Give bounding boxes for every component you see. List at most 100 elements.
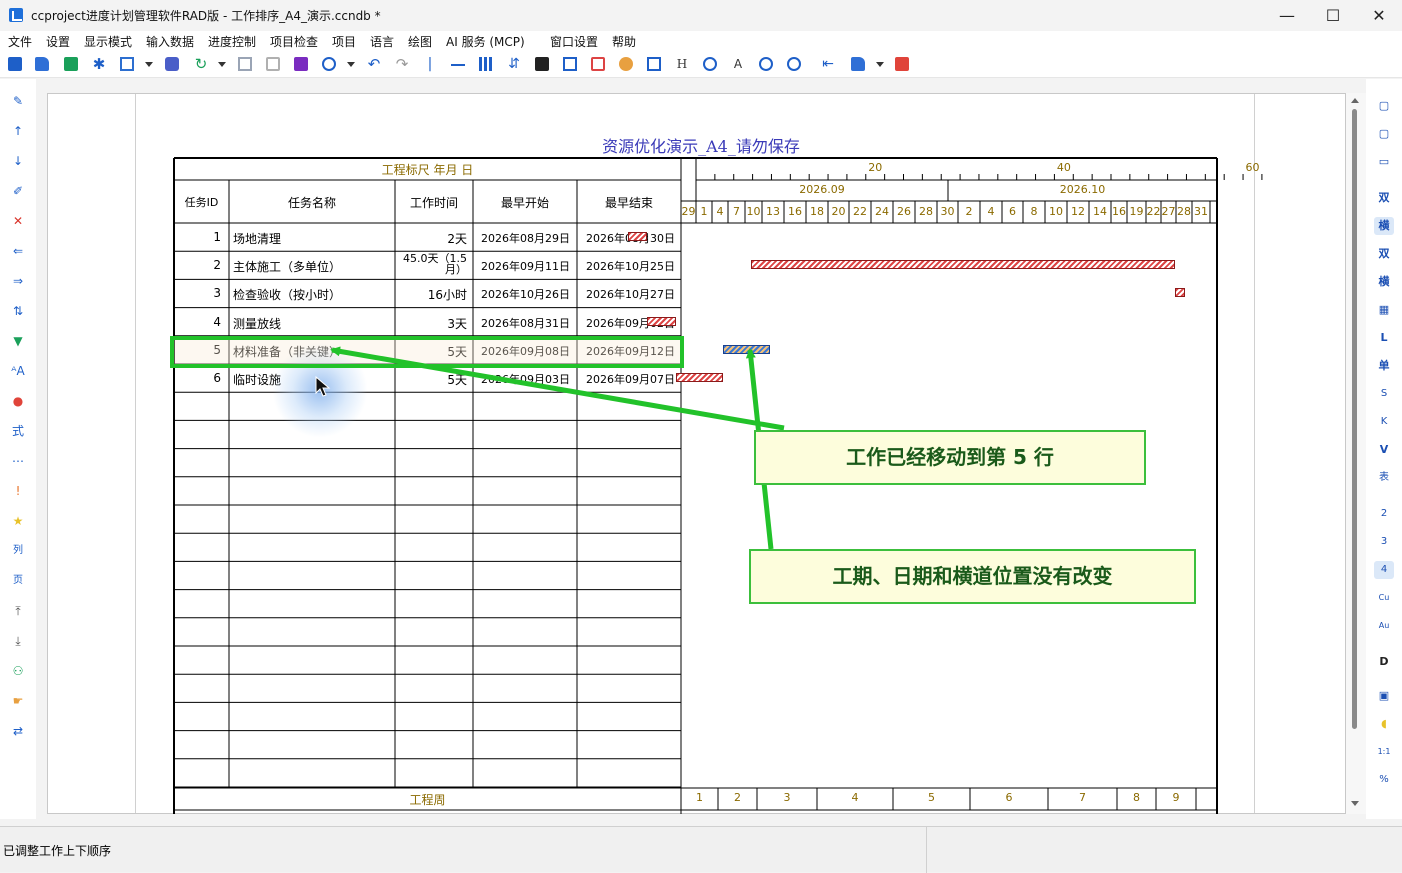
level-2-button[interactable]: 2	[1374, 505, 1394, 523]
delete-icon[interactable]: ✕	[10, 213, 26, 229]
view-k-button[interactable]: K	[1374, 413, 1394, 431]
hand-pointer-icon[interactable]: ☛	[10, 693, 26, 709]
dotted-line-icon[interactable]: ⋯	[10, 453, 26, 469]
star-burst-icon[interactable]: ✱	[92, 57, 106, 72]
level-4-button[interactable]: 4	[1374, 561, 1394, 579]
undo-icon[interactable]: ↶	[367, 57, 381, 72]
filter-icon[interactable]: ▼	[10, 333, 26, 349]
menu-project-check[interactable]: 项目检查	[270, 33, 318, 50]
pencil-icon[interactable]: ✎	[10, 93, 26, 109]
formula-icon[interactable]: 式	[10, 423, 26, 439]
view-single-button[interactable]: 单	[1374, 357, 1394, 375]
chevron-down-icon[interactable]	[145, 62, 153, 67]
menu-display-mode[interactable]: 显示模式	[84, 33, 132, 50]
move-bottom-icon[interactable]: ⤓	[10, 633, 26, 649]
export-image-icon[interactable]	[120, 57, 134, 71]
open-folder-icon[interactable]	[35, 57, 49, 71]
chevron-down-icon[interactable]	[347, 62, 355, 67]
gantt-bar[interactable]	[647, 316, 676, 326]
page-icon[interactable]: 页	[10, 573, 26, 589]
qr-icon[interactable]	[535, 57, 549, 71]
view-horizontal-button[interactable]: 横	[1374, 217, 1394, 235]
sign-icon[interactable]	[563, 57, 577, 71]
heading-icon[interactable]: H	[675, 57, 689, 71]
users-icon[interactable]: ⚇	[10, 663, 26, 679]
redo-icon[interactable]: ↷	[395, 57, 409, 72]
warning-icon[interactable]: !	[10, 483, 26, 499]
view-table-button[interactable]: 表	[1374, 469, 1394, 487]
collapse-icon[interactable]: ⇤	[821, 57, 835, 71]
zoom-out-icon[interactable]	[759, 57, 773, 71]
close-button[interactable]: ✕	[1356, 0, 1402, 31]
gantt-bar[interactable]	[722, 344, 770, 354]
sort-icon[interactable]: ⇵	[507, 57, 521, 71]
view-v-button[interactable]: V	[1374, 441, 1394, 459]
vertical-scrollbar[interactable]	[1346, 93, 1366, 814]
edit-form-icon[interactable]	[647, 57, 661, 71]
document-icon[interactable]	[591, 57, 605, 71]
save-icon[interactable]	[64, 57, 78, 71]
font-size-icon[interactable]: ᴬA	[10, 363, 26, 379]
refresh-icon[interactable]: ↻	[194, 57, 208, 72]
menu-progress-control[interactable]: 进度控制	[208, 33, 256, 50]
menu-project[interactable]: 项目	[332, 33, 356, 50]
au-button[interactable]: Au	[1374, 617, 1394, 635]
swap-icon[interactable]: ⇄	[10, 723, 26, 739]
scroll-thumb[interactable]	[1352, 109, 1357, 729]
chevron-down-icon[interactable]	[218, 62, 226, 67]
table-icon[interactable]: ▦	[1374, 301, 1394, 319]
view-l-button[interactable]: L	[1374, 329, 1394, 347]
scroll-down-icon[interactable]	[1351, 801, 1359, 806]
menu-help[interactable]: 帮助	[612, 33, 636, 50]
view-d-button[interactable]: D	[1374, 653, 1394, 671]
menu-input-data[interactable]: 输入数据	[146, 33, 194, 50]
move-top-icon[interactable]: ⤒	[10, 603, 26, 619]
panel-left-icon[interactable]: ▢	[1374, 97, 1394, 115]
level-3-button[interactable]: 3	[1374, 533, 1394, 551]
outdent-icon[interactable]: ⇐	[10, 243, 26, 259]
chevron-down-icon[interactable]	[876, 62, 884, 67]
folder-icon[interactable]	[851, 57, 865, 71]
search-icon[interactable]	[322, 57, 336, 71]
gantt-bar[interactable]	[751, 260, 1176, 270]
copy-icon[interactable]	[238, 57, 252, 71]
menu-draw[interactable]: 绘图	[408, 33, 432, 50]
minimize-button[interactable]: —	[1264, 0, 1310, 31]
view-s-button[interactable]: S	[1374, 385, 1394, 403]
menu-file[interactable]: 文件	[8, 33, 32, 50]
comment-icon[interactable]: ◖	[1374, 715, 1394, 733]
reorder-icon[interactable]: ⇅	[10, 303, 26, 319]
red-folder-icon[interactable]	[895, 57, 909, 71]
maximize-button[interactable]: ☐	[1310, 0, 1356, 31]
format-brush-icon[interactable]	[294, 57, 308, 71]
menu-settings[interactable]: 设置	[46, 33, 70, 50]
menu-ai-service[interactable]: AI 服务 (MCP)	[446, 33, 525, 50]
zoom-percent-button[interactable]: %	[1374, 771, 1394, 789]
gantt-bar[interactable]	[628, 232, 648, 241]
paste-icon[interactable]	[266, 57, 280, 71]
zoom-1-1-button[interactable]: 1:1	[1374, 743, 1394, 761]
gantt-bar[interactable]	[675, 373, 723, 382]
star-icon[interactable]: ★	[10, 513, 26, 529]
info-icon[interactable]	[703, 57, 717, 71]
color-palette-icon[interactable]: ●	[10, 393, 26, 409]
cu-button[interactable]: Cu	[1374, 589, 1394, 607]
view-horizontal-alt-button[interactable]: 横	[1374, 273, 1394, 291]
columns-icon[interactable]	[479, 57, 493, 71]
edit-icon[interactable]: ✐	[10, 183, 26, 199]
new-icon[interactable]	[8, 57, 22, 71]
scroll-up-icon[interactable]	[1351, 98, 1359, 103]
zoom-in-icon[interactable]	[787, 57, 801, 71]
menu-window-settings[interactable]: 窗口设置	[550, 33, 598, 50]
view-double-alt-button[interactable]: 双	[1374, 245, 1394, 263]
horizontal-line-icon[interactable]	[451, 64, 465, 66]
calculator-icon[interactable]: ▣	[1374, 687, 1394, 705]
palette-icon[interactable]	[619, 57, 633, 71]
menu-language[interactable]: 语言	[370, 33, 394, 50]
text-style-icon[interactable]: A	[731, 57, 745, 71]
print-icon[interactable]	[165, 57, 179, 71]
gantt-bar[interactable]	[1175, 288, 1186, 298]
indent-icon[interactable]: ⇒	[10, 273, 26, 289]
column-icon[interactable]: 列	[10, 543, 26, 559]
view-double-button[interactable]: 双	[1374, 189, 1394, 207]
